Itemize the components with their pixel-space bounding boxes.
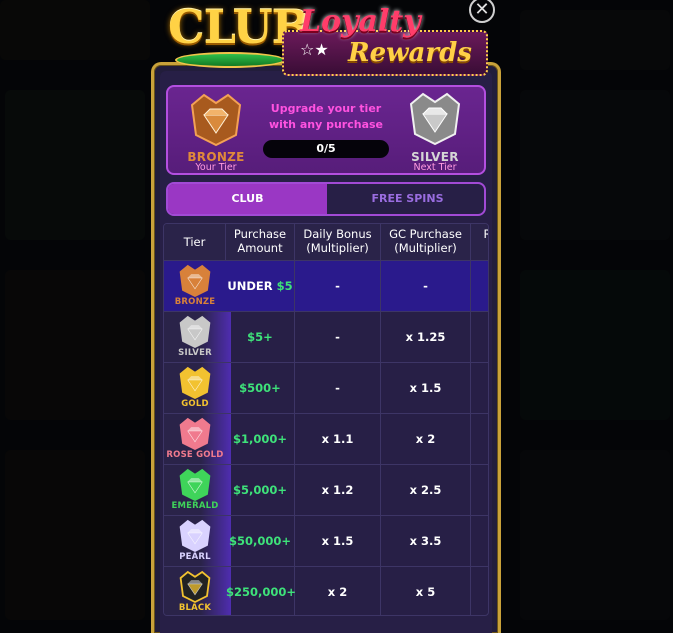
tier-cell: EMERALD	[164, 465, 231, 515]
header-truncated: R	[471, 224, 489, 260]
tier-cell: BLACK	[164, 567, 231, 615]
silver-gem-icon	[179, 315, 211, 349]
bronze-badge-icon	[190, 93, 242, 147]
pearl-gem-icon	[179, 519, 211, 553]
truncated-cell	[471, 414, 488, 464]
table-row: BRONZE UNDER $5- -	[164, 260, 488, 311]
truncated-cell	[471, 567, 488, 615]
emerald-gem-icon	[179, 468, 211, 502]
tab-bar: CLUB FREE SPINS	[166, 182, 486, 216]
table-row: PEARL $50,000+ x 1.5 x 3.5	[164, 515, 488, 566]
truncated-cell	[471, 363, 488, 413]
tier-cell: GOLD	[164, 363, 231, 413]
tier-progress-bar: 0/5	[263, 140, 389, 158]
tier-name: EMERALD	[171, 501, 219, 511]
gc-purchase-cell: x 2.5	[381, 465, 471, 515]
purchase-amount-cell: $5,000+	[226, 465, 295, 515]
purchase-amount-cell: UNDER $5	[226, 261, 295, 311]
logo-club-text: CLUB	[168, 0, 310, 54]
purchase-amount-cell: $250,000+	[226, 567, 296, 615]
table-row: EMERALD $5,000+ x 1.2 x 2.5	[164, 464, 488, 515]
daily-bonus-cell: x 1.1	[295, 414, 381, 464]
upgrade-message: Upgrade your tier with any purchase	[268, 102, 384, 131]
gold-gem-icon	[179, 366, 211, 400]
gc-purchase-cell: x 2	[381, 414, 471, 464]
tab-club[interactable]: CLUB	[168, 184, 327, 214]
gc-purchase-cell: x 5	[381, 567, 471, 615]
daily-bonus-cell: x 2	[295, 567, 381, 615]
daily-bonus-cell: x 1.2	[295, 465, 381, 515]
daily-bonus-cell: -	[295, 261, 381, 311]
table-row: BLACK $250,000+ x 2x 5	[164, 566, 488, 615]
amount-prefix: UNDER	[227, 279, 277, 293]
tier-cell: SILVER	[164, 312, 231, 362]
table-header: Tier Purchase Amount Daily Bonus (Multip…	[164, 224, 489, 260]
tier-name: ROSE GOLD	[166, 450, 224, 460]
daily-bonus-cell: -	[295, 363, 381, 413]
tier-name: SILVER	[178, 348, 212, 358]
gc-purchase-cell: x 3.5	[381, 516, 471, 566]
star-icon: ☆★	[300, 40, 329, 59]
close-icon: ✕	[474, 0, 490, 20]
truncated-cell	[471, 312, 488, 362]
gc-purchase-cell: x 1.5	[381, 363, 471, 413]
current-tier-sub: Your Tier	[195, 162, 237, 173]
gc-purchase-cell: -	[381, 261, 471, 311]
truncated-cell	[471, 465, 488, 515]
black-gem-icon	[179, 570, 211, 604]
table-row: ROSE GOLD $1,000+ x 1.1 x 2	[164, 413, 488, 464]
gc-purchase-cell: x 1.25	[381, 312, 471, 362]
tier-name: BRONZE	[174, 297, 216, 307]
header-purchase-amount: Purchase Amount	[226, 224, 295, 260]
daily-bonus-cell: x 1.5	[295, 516, 381, 566]
purchase-amount-cell: $1,000+	[226, 414, 295, 464]
header-daily-bonus: Daily Bonus (Multiplier)	[295, 224, 381, 260]
header-gc-purchase: GC Purchase (Multiplier)	[381, 224, 471, 260]
header-tier: Tier	[164, 224, 226, 260]
truncated-cell	[471, 516, 488, 566]
silver-badge-icon	[409, 92, 461, 146]
daily-bonus-cell: -	[295, 312, 381, 362]
tab-free-spins[interactable]: FREE SPINS	[328, 184, 484, 214]
purchase-amount-cell: $50,000+	[226, 516, 295, 566]
table-row: SILVER $5+ - x 1.25	[164, 311, 488, 362]
amount-value: $5	[276, 279, 293, 293]
tier-table: Tier Purchase Amount Daily Bonus (Multip…	[163, 223, 489, 616]
tier-cell: PEARL	[164, 516, 231, 566]
truncated-cell	[471, 261, 488, 311]
tier-cell: BRONZE	[164, 261, 231, 311]
table-row: GOLD $500+ - x 1.5	[164, 362, 488, 413]
tier-name: BLACK	[178, 603, 212, 613]
bronze-gem-icon	[179, 264, 211, 298]
purchase-amount-cell: $500+	[226, 363, 295, 413]
purchase-amount-cell: $5+	[226, 312, 295, 362]
tier-name: GOLD	[181, 399, 209, 409]
tier-name: PEARL	[179, 552, 211, 562]
rose-gold-gem-icon	[179, 417, 211, 451]
tier-cell: ROSE GOLD	[164, 414, 231, 464]
next-tier-sub: Next Tier	[413, 162, 457, 173]
logo-rewards-text: Rewards	[348, 38, 472, 68]
